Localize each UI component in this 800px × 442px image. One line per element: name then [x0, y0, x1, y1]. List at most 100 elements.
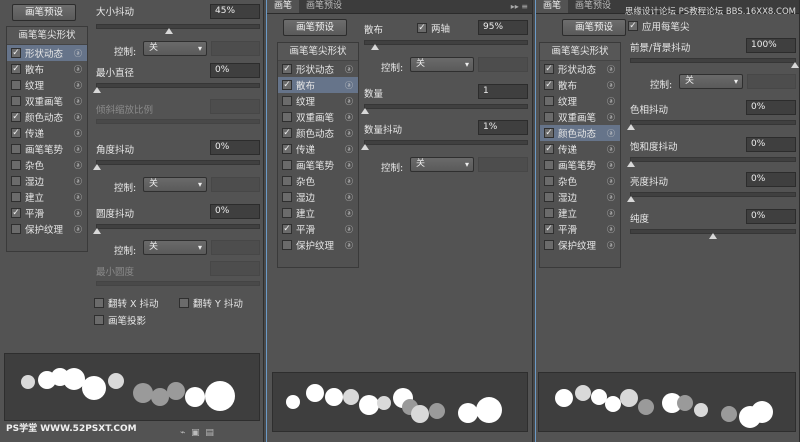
list-header[interactable]: 画笔笔尖形状: [540, 43, 620, 61]
brightness-jitter-field[interactable]: 0%: [746, 172, 796, 187]
slider-knob[interactable]: [93, 87, 101, 93]
lock-icon[interactable]: ⓐ: [345, 112, 353, 123]
check-icon[interactable]: ✓: [544, 144, 554, 154]
check-icon[interactable]: ✓: [282, 128, 292, 138]
brush-projection-checkbox[interactable]: 画笔投影: [90, 312, 146, 328]
check-icon[interactable]: ✓: [544, 64, 554, 74]
list-item[interactable]: 建立 ⓐ: [540, 205, 620, 221]
checkbox[interactable]: [282, 96, 292, 106]
lock-icon[interactable]: ⓐ: [607, 176, 615, 187]
checkbox[interactable]: [544, 176, 554, 186]
slider-knob[interactable]: [361, 144, 369, 150]
slider-knob[interactable]: [165, 28, 173, 34]
control-select[interactable]: 关 ▾: [679, 74, 743, 89]
check-icon[interactable]: ✓: [544, 128, 554, 138]
list-item[interactable]: 纹理 ⓐ: [540, 93, 620, 109]
lock-icon[interactable]: ⓐ: [607, 224, 615, 235]
checkbox[interactable]: [544, 96, 554, 106]
check-icon[interactable]: ✓: [11, 64, 21, 74]
list-item[interactable]: 保护纹理 ⓐ: [540, 237, 620, 253]
slider-knob[interactable]: [93, 164, 101, 170]
checkbox[interactable]: [544, 192, 554, 202]
fg-bg-jitter-field[interactable]: 100%: [746, 38, 796, 53]
lock-icon[interactable]: ⓐ: [345, 192, 353, 203]
list-item[interactable]: 湿边 ⓐ: [540, 189, 620, 205]
slider-knob[interactable]: [791, 62, 799, 68]
flip-y-checkbox[interactable]: 翻转 Y 抖动: [175, 295, 243, 311]
scatter-slider[interactable]: [364, 40, 528, 50]
lock-icon[interactable]: ⓐ: [345, 80, 353, 91]
checkbox[interactable]: [282, 240, 292, 250]
checkbox[interactable]: [94, 315, 104, 325]
list-item[interactable]: 纹理 ⓐ: [7, 77, 87, 93]
checkbox[interactable]: [282, 160, 292, 170]
check-icon[interactable]: ✓: [282, 224, 292, 234]
collapse-icon[interactable]: ▸▸ ≡: [507, 0, 532, 13]
count-slider[interactable]: [361, 104, 528, 114]
check-icon[interactable]: ✓: [628, 21, 638, 31]
slider-knob[interactable]: [627, 124, 635, 130]
lock-icon[interactable]: ⓐ: [74, 96, 82, 107]
slider-knob[interactable]: [361, 108, 369, 114]
list-item[interactable]: ✓ 颜色动态 ⓐ: [7, 109, 87, 125]
checkbox[interactable]: [11, 144, 21, 154]
checkbox[interactable]: [282, 112, 292, 122]
lock-icon[interactable]: ⓐ: [74, 64, 82, 75]
lock-icon[interactable]: ⓐ: [345, 176, 353, 187]
size-jitter-field[interactable]: 45%: [210, 4, 260, 19]
lock-icon[interactable]: ⓐ: [74, 224, 82, 235]
list-item[interactable]: 画笔笔势 ⓐ: [7, 141, 87, 157]
lock-icon[interactable]: ⓐ: [607, 128, 615, 139]
checkbox[interactable]: [544, 112, 554, 122]
slider-knob[interactable]: [93, 228, 101, 234]
lock-icon[interactable]: ⓐ: [74, 80, 82, 91]
lock-icon[interactable]: ⓐ: [74, 160, 82, 171]
purity-field[interactable]: 0%: [746, 209, 796, 224]
lock-icon[interactable]: ⓐ: [345, 128, 353, 139]
flip-x-checkbox[interactable]: 翻转 X 抖动: [90, 295, 159, 311]
list-item[interactable]: ✓ 形状动态 ⓐ: [540, 61, 620, 77]
brush-presets-button[interactable]: 画笔预设: [562, 19, 626, 36]
brush-presets-button[interactable]: 画笔预设: [12, 4, 76, 21]
list-item[interactable]: 建立 ⓐ: [7, 189, 87, 205]
list-item[interactable]: 保护纹理 ⓐ: [7, 221, 87, 237]
list-item[interactable]: 纹理 ⓐ: [278, 93, 358, 109]
checkbox[interactable]: [11, 160, 21, 170]
check-icon[interactable]: ✓: [282, 144, 292, 154]
check-icon[interactable]: ✓: [11, 48, 21, 58]
list-item[interactable]: ✓ 传递 ⓐ: [540, 141, 620, 157]
hue-jitter-field[interactable]: 0%: [746, 100, 796, 115]
lock-icon[interactable]: ⓐ: [345, 160, 353, 171]
list-item[interactable]: ✓ 颜色动态 ⓐ: [278, 125, 358, 141]
checkbox[interactable]: [544, 208, 554, 218]
lock-icon[interactable]: ⓐ: [345, 224, 353, 235]
lock-icon[interactable]: ⓐ: [74, 176, 82, 187]
slider-knob[interactable]: [627, 161, 635, 167]
checkbox[interactable]: [282, 176, 292, 186]
list-item[interactable]: 双重画笔 ⓐ: [278, 109, 358, 125]
min-diameter-field[interactable]: 0%: [210, 63, 260, 78]
control-select-3[interactable]: 关 ▾: [143, 240, 207, 255]
list-item[interactable]: 双重画笔 ⓐ: [540, 109, 620, 125]
checkbox[interactable]: [11, 192, 21, 202]
count-field[interactable]: 1: [478, 84, 528, 99]
list-item[interactable]: 湿边 ⓐ: [7, 173, 87, 189]
check-icon[interactable]: ✓: [544, 224, 554, 234]
control-select[interactable]: 关 ▾: [410, 57, 474, 72]
list-item[interactable]: ✓ 形状动态 ⓐ: [278, 61, 358, 77]
slider-knob[interactable]: [627, 196, 635, 202]
checkbox[interactable]: [544, 240, 554, 250]
list-item[interactable]: ✓ 平滑 ⓐ: [278, 221, 358, 237]
check-icon[interactable]: ✓: [282, 64, 292, 74]
saturation-jitter-field[interactable]: 0%: [746, 137, 796, 152]
lock-icon[interactable]: ⓐ: [74, 128, 82, 139]
control-select-2[interactable]: 关 ▾: [143, 177, 207, 192]
lock-icon[interactable]: ⓐ: [345, 96, 353, 107]
lock-icon[interactable]: ⓐ: [74, 208, 82, 219]
fg-bg-jitter-slider[interactable]: [630, 58, 799, 68]
tab-brush[interactable]: 画笔: [536, 0, 569, 13]
list-item[interactable]: 画笔笔势 ⓐ: [540, 157, 620, 173]
checkbox[interactable]: [282, 192, 292, 202]
angle-jitter-field[interactable]: 0%: [210, 140, 260, 155]
hue-jitter-slider[interactable]: [627, 120, 796, 130]
